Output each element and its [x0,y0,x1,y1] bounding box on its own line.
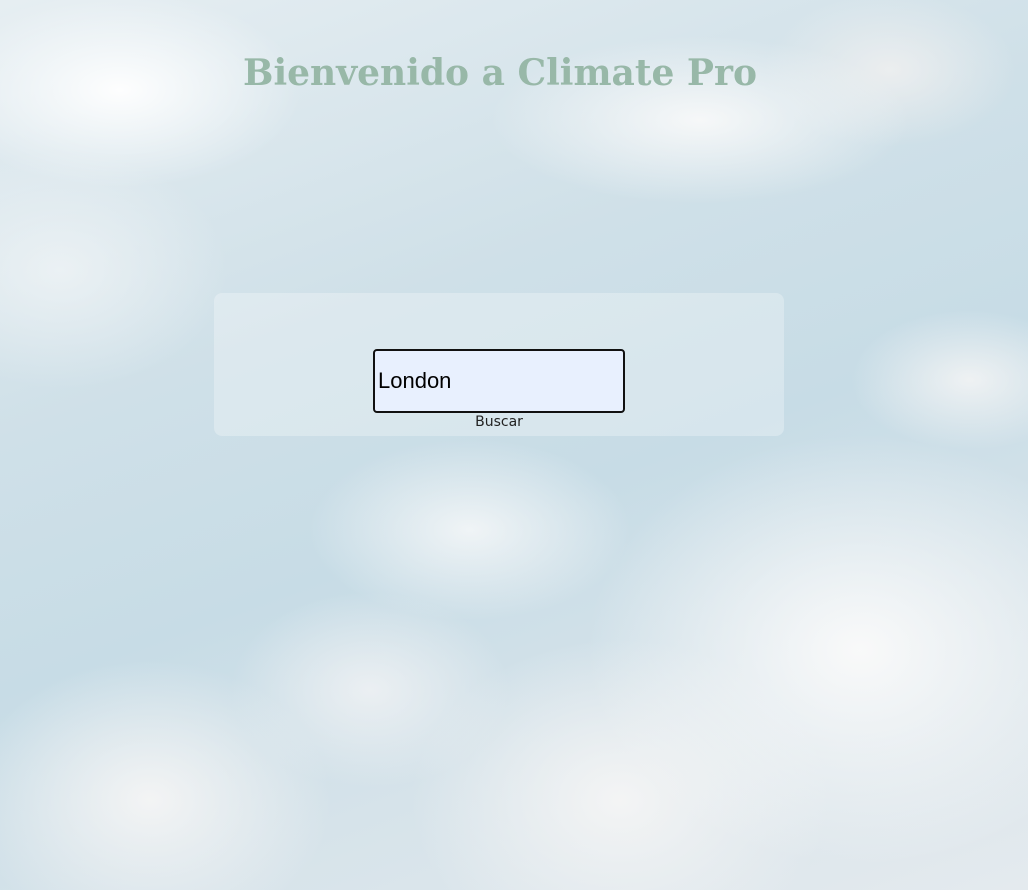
page-title: Bienvenido a Climate Pro [243,52,757,94]
search-input[interactable] [373,349,625,413]
page-background: { "header": { "title": "Bienvenido a Cli… [0,0,1028,890]
search-button[interactable]: Buscar [461,412,537,432]
